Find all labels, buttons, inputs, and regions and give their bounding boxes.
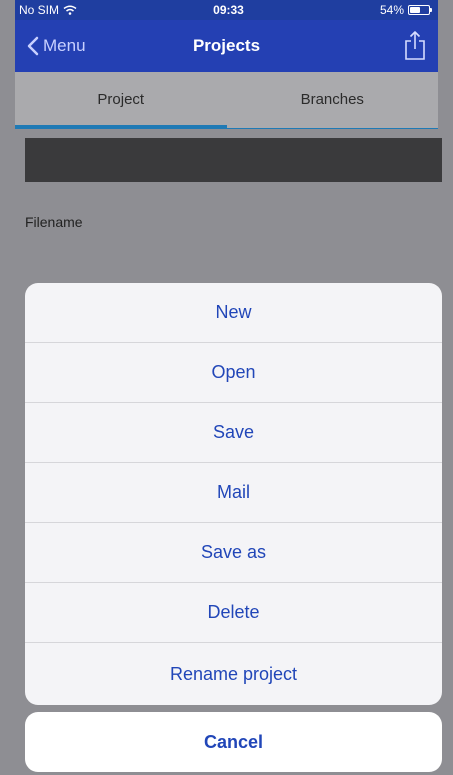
tab-selected-indicator [15,125,227,129]
action-mail-button[interactable]: Mail [25,463,442,523]
tab-project[interactable]: Project [15,72,227,126]
status-bar: No SIM 09:33 54% [15,0,438,20]
page-title: Projects [192,36,261,55]
action-save-as-button[interactable]: Save as [25,523,442,583]
share-icon[interactable] [402,30,428,62]
action-sheet: New Open Save Mail Save as Delete Rename… [25,283,442,705]
battery-icon [408,5,432,15]
battery-fill [410,7,420,13]
status-time: 09:33 [213,3,244,17]
action-save-button[interactable]: Save [25,403,442,463]
action-open-button[interactable]: Open [25,343,442,403]
tab-branches[interactable]: Branches [227,72,439,126]
carrier-label: No SIM [19,3,60,17]
action-new-button[interactable]: New [25,283,442,343]
battery-percent: 54% [379,3,404,17]
action-rename-project-button[interactable]: Rename project [25,643,442,705]
tab-divider-line [226,128,438,129]
project-name-field[interactable] [25,138,442,182]
wifi-icon [63,5,77,15]
segmented-tabs: Project Branches [15,72,438,129]
status-left: No SIM [19,3,77,17]
filename-label: Filename [25,214,83,230]
status-right: 54% [379,3,432,17]
navigation-bar: Menu Projects [15,20,438,72]
cancel-button[interactable]: Cancel [25,712,442,772]
action-delete-button[interactable]: Delete [25,583,442,643]
